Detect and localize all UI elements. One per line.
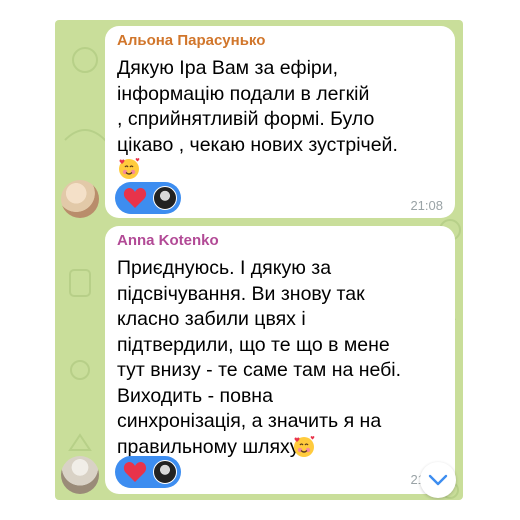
sender-avatar[interactable] bbox=[61, 456, 99, 494]
message-text: Дякую Іра Вам за ефіри, інформацію подал… bbox=[117, 57, 398, 156]
scroll-down-button[interactable] bbox=[420, 462, 456, 498]
chevron-down-icon bbox=[428, 474, 448, 486]
message-bubble[interactable]: Альона Парасунько Дякую Іра Вам за ефіри… bbox=[105, 26, 455, 218]
reaction-pill[interactable] bbox=[115, 182, 181, 214]
message-bubble[interactable]: Anna Kotenko Приєднуюсь. І дякую за підс… bbox=[105, 226, 455, 494]
sender-avatar[interactable] bbox=[61, 180, 99, 218]
message-time: 21:08 bbox=[410, 198, 443, 213]
smiling-face-with-hearts-icon bbox=[294, 436, 315, 457]
sender-name[interactable]: Альона Парасунько bbox=[117, 32, 265, 49]
reaction-pill[interactable] bbox=[115, 456, 181, 488]
smiling-face-with-hearts-icon bbox=[119, 158, 140, 179]
reactor-avatar[interactable] bbox=[153, 186, 177, 210]
heart-icon bbox=[123, 188, 147, 208]
message-text: Приєднуюсь. І дякую за підсвічування. Ви… bbox=[117, 257, 402, 458]
sender-name[interactable]: Anna Kotenko bbox=[117, 232, 219, 249]
reactor-avatar[interactable] bbox=[153, 460, 177, 484]
heart-icon bbox=[123, 462, 147, 482]
chat-area[interactable]: Альона Парасунько Дякую Іра Вам за ефіри… bbox=[55, 20, 463, 500]
